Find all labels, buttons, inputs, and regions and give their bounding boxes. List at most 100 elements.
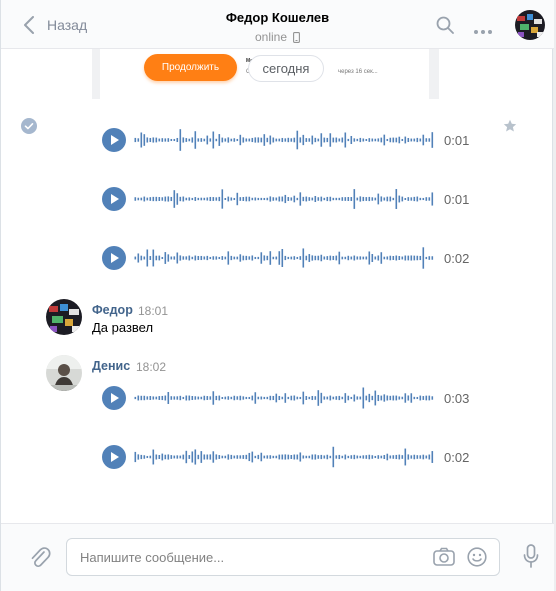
waveform-bar xyxy=(137,138,140,142)
waveform-bar xyxy=(191,197,194,201)
avatar[interactable] xyxy=(515,10,545,40)
waveform-bar xyxy=(272,256,275,260)
waveform-bar xyxy=(287,137,290,143)
continue-button[interactable]: Продолжить xyxy=(144,54,237,81)
waveform-bar xyxy=(203,454,206,460)
message-input[interactable] xyxy=(80,547,420,567)
waveform-bar xyxy=(293,195,296,203)
waveform-bar xyxy=(410,455,413,459)
waveform-bar xyxy=(152,449,155,465)
waveform-bar xyxy=(227,196,230,202)
page-title[interactable]: Федор Кошелев xyxy=(1,10,554,25)
waveform-bar xyxy=(281,249,284,267)
play-icon[interactable] xyxy=(102,246,126,270)
waveform-bar xyxy=(167,138,170,142)
waveform-bar xyxy=(224,396,227,400)
waveform[interactable] xyxy=(134,246,434,270)
waveform-bar xyxy=(224,138,227,142)
waveform-bar xyxy=(323,455,326,459)
waveform-bar xyxy=(389,455,392,459)
waveform-bar xyxy=(293,256,296,260)
waveform-bar xyxy=(344,454,347,460)
waveform-bar xyxy=(218,134,221,146)
waveform-bar xyxy=(248,452,251,462)
waveform[interactable] xyxy=(134,128,434,152)
message-time[interactable]: 18:01 xyxy=(138,304,168,318)
waveform-bar xyxy=(194,255,197,261)
waveform-bar xyxy=(152,249,155,267)
waveform-bar xyxy=(164,395,167,401)
status-line: online xyxy=(255,30,300,44)
waveform-bar xyxy=(311,255,314,261)
waveform-bar xyxy=(161,395,164,401)
paperclip-icon[interactable] xyxy=(29,546,51,570)
waveform-bar xyxy=(353,138,356,142)
waveform-bar xyxy=(176,193,179,205)
waveform-bar xyxy=(251,451,254,463)
camera-icon[interactable] xyxy=(433,547,455,567)
waveform-bar xyxy=(413,138,416,142)
waveform-bar xyxy=(185,395,188,401)
message-time[interactable]: 18:02 xyxy=(136,360,166,374)
waveform-bar xyxy=(308,455,311,459)
waveform-bar xyxy=(143,196,146,202)
smile-icon[interactable] xyxy=(467,547,487,567)
check-icon[interactable] xyxy=(21,118,37,134)
waveform[interactable] xyxy=(134,187,434,211)
date-divider: сегодня xyxy=(248,55,324,82)
waveform-bar xyxy=(428,454,431,460)
waveform-bar xyxy=(155,396,158,400)
waveform-bar xyxy=(317,197,320,201)
waveform-bar xyxy=(428,197,431,201)
waveform-bar xyxy=(338,138,341,142)
waveform-bar xyxy=(320,454,323,460)
waveform-bar xyxy=(230,197,233,201)
microphone-icon[interactable] xyxy=(523,544,539,568)
waveform-bar xyxy=(158,196,161,202)
waveform-bar xyxy=(368,393,371,403)
waveform-bar xyxy=(350,197,353,201)
waveform[interactable] xyxy=(134,386,434,410)
waveform-bar xyxy=(431,451,434,463)
play-icon[interactable] xyxy=(102,445,126,469)
waveform-bar xyxy=(218,196,221,202)
play-icon[interactable] xyxy=(102,386,126,410)
waveform-bar xyxy=(374,390,377,406)
waveform-bar xyxy=(236,256,239,260)
avatar[interactable] xyxy=(46,299,82,335)
waveform-bar xyxy=(410,255,413,261)
waveform-bar xyxy=(365,395,368,401)
more-icon[interactable] xyxy=(473,22,493,34)
waveform-bar xyxy=(365,197,368,201)
waveform-bar xyxy=(209,256,212,260)
waveform-bar xyxy=(140,132,143,148)
waveform-bar xyxy=(392,395,395,401)
waveform-bar xyxy=(257,454,260,460)
waveform-bar xyxy=(356,455,359,459)
waveform-bar xyxy=(392,256,395,260)
waveform-bar xyxy=(293,395,296,401)
avatar[interactable] xyxy=(46,355,82,391)
waveform-bar xyxy=(314,396,317,400)
waveform-bar xyxy=(425,395,428,401)
play-icon[interactable] xyxy=(102,128,126,152)
waveform-bar xyxy=(413,255,416,261)
star-icon[interactable] xyxy=(503,119,517,133)
waveform-bar xyxy=(221,189,224,209)
waveform-bar xyxy=(404,136,407,144)
waveform-bar xyxy=(404,197,407,201)
message-author[interactable]: Федор xyxy=(92,303,133,317)
waveform-bar xyxy=(389,255,392,261)
waveform-bar xyxy=(383,394,386,402)
waveform-bar xyxy=(200,255,203,261)
search-icon[interactable] xyxy=(436,16,454,34)
play-icon[interactable] xyxy=(102,187,126,211)
waveform-bar xyxy=(269,196,272,202)
message-author[interactable]: Денис xyxy=(92,359,130,373)
waveform-bar xyxy=(146,249,149,267)
waveform-bar xyxy=(317,455,320,459)
waveform[interactable] xyxy=(134,445,434,469)
waveform-bar xyxy=(230,138,233,142)
waveform-bar xyxy=(356,396,359,400)
waveform-bar xyxy=(158,138,161,142)
